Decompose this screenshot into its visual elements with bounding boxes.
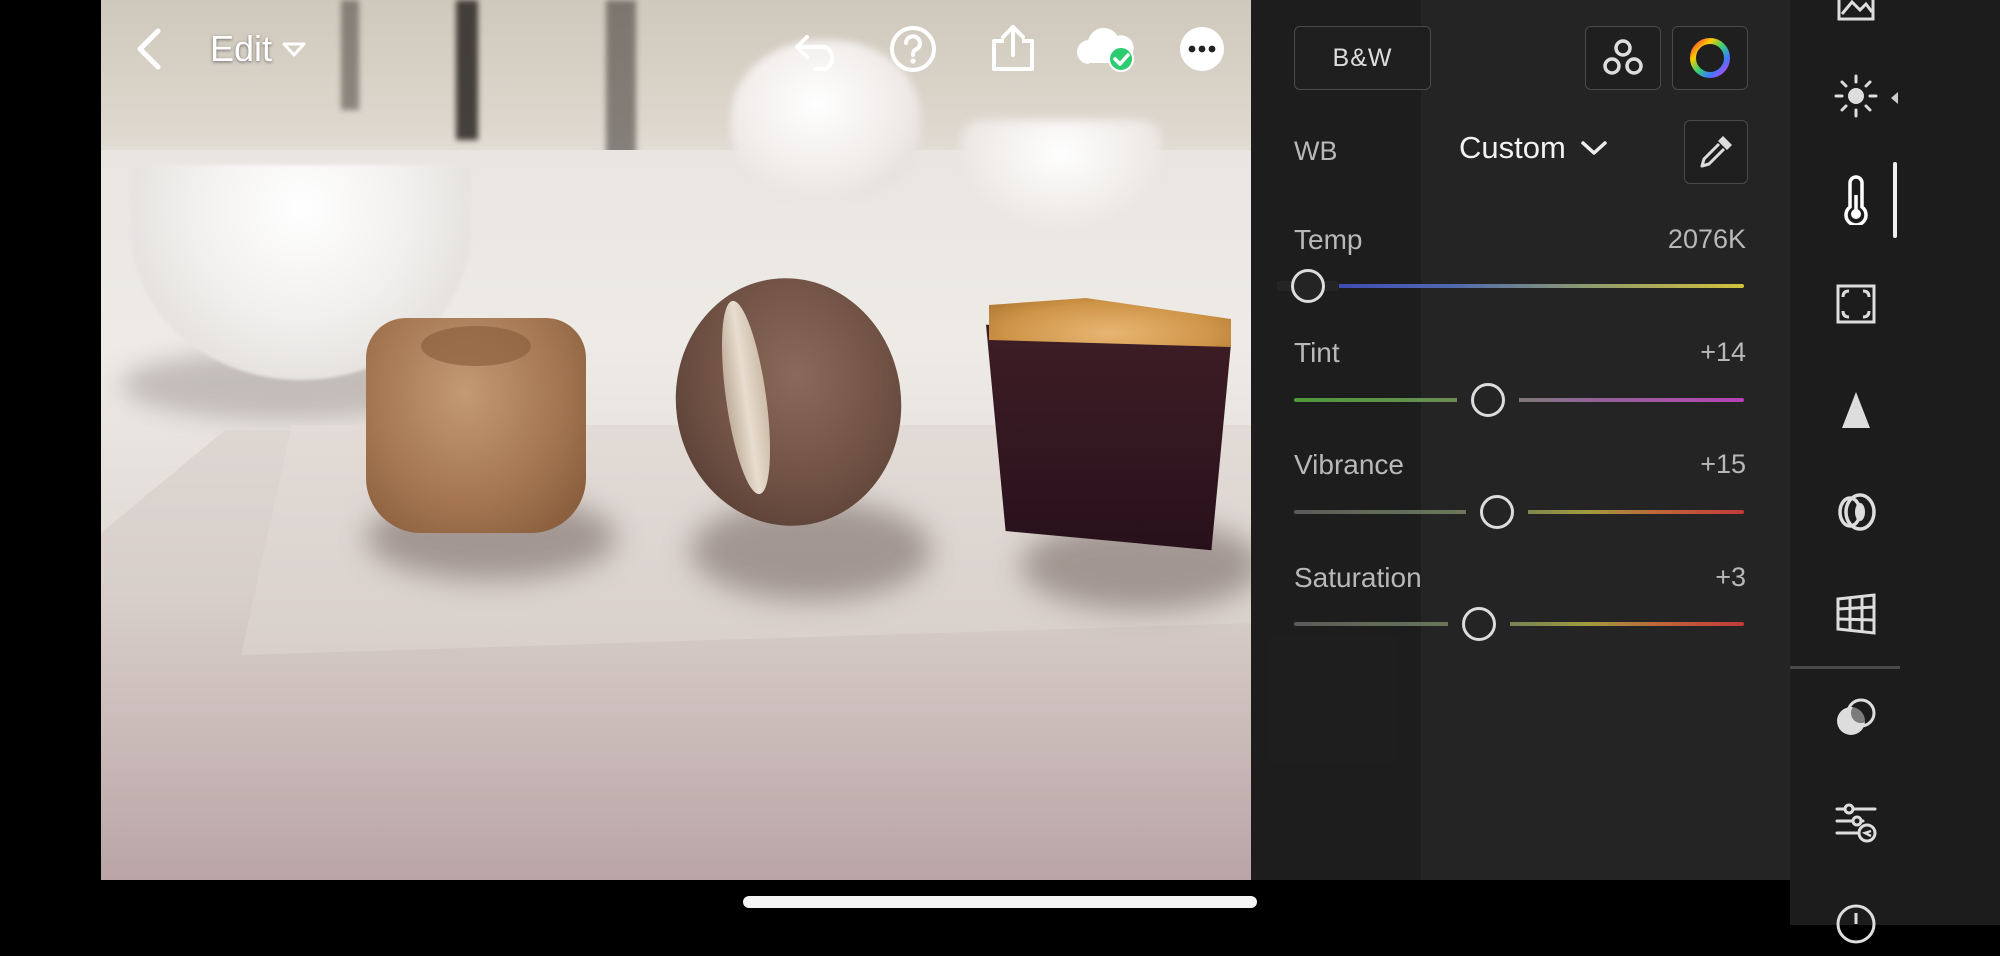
rail-item-masking[interactable] bbox=[1824, 686, 1888, 750]
chevron-down-icon bbox=[1581, 141, 1607, 155]
color-wheel-icon bbox=[1690, 38, 1730, 78]
saturation-label: Saturation bbox=[1294, 562, 1422, 593]
image-icon bbox=[1837, 0, 1875, 21]
cloud-synced-icon bbox=[1077, 27, 1134, 72]
photo-canele bbox=[366, 318, 586, 533]
vibrance-label: Vibrance bbox=[1294, 449, 1405, 480]
temp-slider-thumb[interactable] bbox=[1290, 269, 1325, 303]
rail-item-detail[interactable] bbox=[1824, 378, 1888, 442]
back-icon bbox=[137, 28, 161, 70]
photo-shadow-stripe bbox=[456, 0, 478, 140]
white-balance-picker-button[interactable] bbox=[1684, 120, 1748, 184]
detail-icon bbox=[1842, 392, 1870, 428]
undo-button[interactable] bbox=[790, 22, 846, 76]
saturation-value[interactable]: +3 bbox=[1715, 562, 1746, 593]
rail-pointer-icon bbox=[1891, 92, 1898, 104]
photo-canvas[interactable] bbox=[101, 0, 1251, 880]
color-mixer-icon bbox=[1603, 39, 1643, 75]
color-mixer-button[interactable] bbox=[1585, 26, 1661, 90]
rail-item-presets[interactable] bbox=[1824, 790, 1888, 854]
tint-label: Tint bbox=[1294, 337, 1340, 368]
edit-mode-label: Edit bbox=[210, 28, 273, 69]
tool-rail bbox=[1790, 0, 2000, 925]
vibrance-value[interactable]: +15 bbox=[1700, 449, 1746, 480]
black-and-white-button[interactable]: B&W bbox=[1294, 26, 1431, 90]
tint-value[interactable]: +14 bbox=[1700, 337, 1746, 368]
white-balance-value: Custom bbox=[1459, 130, 1566, 165]
presets-icon bbox=[1835, 803, 1877, 843]
rail-item-light[interactable] bbox=[1824, 64, 1888, 128]
cloud-sync-button[interactable] bbox=[1075, 24, 1139, 76]
rail-item-color[interactable] bbox=[1824, 168, 1888, 232]
share-icon bbox=[992, 25, 1034, 71]
photo-shadow-stripe bbox=[341, 0, 359, 110]
tint-slider-thumb[interactable] bbox=[1470, 383, 1505, 417]
rail-item-geometry[interactable] bbox=[1824, 582, 1888, 646]
white-balance-label: WB bbox=[1294, 136, 1338, 166]
rail-divider bbox=[1790, 666, 1900, 669]
rail-item-optics[interactable] bbox=[1824, 480, 1888, 544]
saturation-slider-thumb[interactable] bbox=[1461, 607, 1496, 641]
help-icon bbox=[890, 26, 936, 72]
home-indicator[interactable] bbox=[743, 896, 1257, 908]
photo-chocolate bbox=[986, 324, 1231, 551]
edit-mode-dropdown[interactable]: Edit bbox=[210, 22, 306, 76]
eyedropper-icon bbox=[1700, 136, 1732, 168]
help-button[interactable] bbox=[888, 22, 938, 76]
geometry-icon bbox=[1836, 593, 1876, 635]
saturation-slider-track[interactable] bbox=[1294, 622, 1744, 626]
more-options-button[interactable] bbox=[1177, 24, 1227, 74]
effects-icon bbox=[1836, 284, 1876, 324]
masking-icon bbox=[1837, 698, 1876, 735]
rail-active-indicator bbox=[1893, 162, 1897, 238]
rail-item-versions[interactable] bbox=[1824, 892, 1888, 956]
color-grading-button[interactable] bbox=[1672, 26, 1748, 90]
chevron-down-icon bbox=[282, 42, 306, 57]
photo-shadow-stripe bbox=[606, 0, 636, 170]
tint-slider-track[interactable] bbox=[1294, 398, 1744, 402]
undo-icon bbox=[795, 35, 835, 71]
rail-item-effects[interactable] bbox=[1824, 272, 1888, 336]
back-button[interactable] bbox=[128, 24, 170, 74]
vibrance-slider-thumb[interactable] bbox=[1479, 495, 1514, 529]
panel-overlap-shade bbox=[1251, 0, 1421, 880]
temp-label: Temp bbox=[1294, 224, 1363, 255]
share-button[interactable] bbox=[985, 20, 1041, 76]
color-thermometer-icon bbox=[1844, 175, 1868, 225]
white-balance-dropdown[interactable]: Custom bbox=[1459, 130, 1608, 166]
light-icon bbox=[1834, 74, 1878, 118]
temp-value[interactable]: 2076K bbox=[1668, 224, 1746, 255]
more-icon bbox=[1180, 27, 1224, 71]
rail-item-image[interactable] bbox=[1824, 0, 1888, 34]
temp-slider-track[interactable] bbox=[1294, 284, 1744, 288]
optics-icon bbox=[1838, 493, 1876, 531]
versions-icon bbox=[1836, 904, 1876, 944]
